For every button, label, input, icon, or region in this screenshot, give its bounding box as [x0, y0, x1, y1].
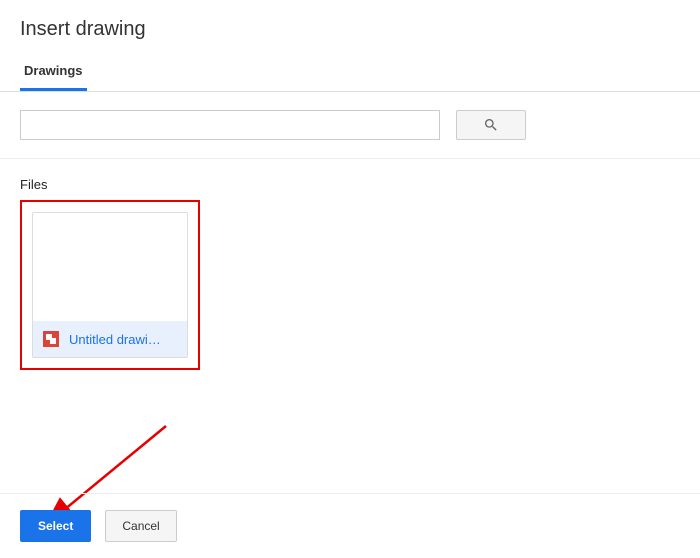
search-button[interactable]: [456, 110, 526, 140]
cancel-button[interactable]: Cancel: [105, 510, 176, 542]
dialog-title: Insert drawing: [0, 0, 700, 55]
file-thumbnail: [33, 213, 187, 321]
select-button[interactable]: Select: [20, 510, 91, 542]
files-area: Untitled drawi…: [0, 200, 700, 370]
tabs-bar: Drawings: [0, 55, 700, 92]
annotation-highlight: Untitled drawi…: [20, 200, 200, 370]
file-card[interactable]: Untitled drawi…: [32, 212, 188, 358]
drawings-icon: [43, 331, 59, 347]
search-icon: [483, 117, 499, 133]
search-row: [0, 92, 700, 159]
files-section-label: Files: [0, 159, 700, 200]
dialog-footer: Select Cancel: [0, 493, 700, 558]
search-input[interactable]: [20, 110, 440, 140]
file-caption: Untitled drawi…: [33, 321, 187, 357]
file-name: Untitled drawi…: [69, 332, 161, 347]
tab-drawings[interactable]: Drawings: [20, 55, 87, 91]
